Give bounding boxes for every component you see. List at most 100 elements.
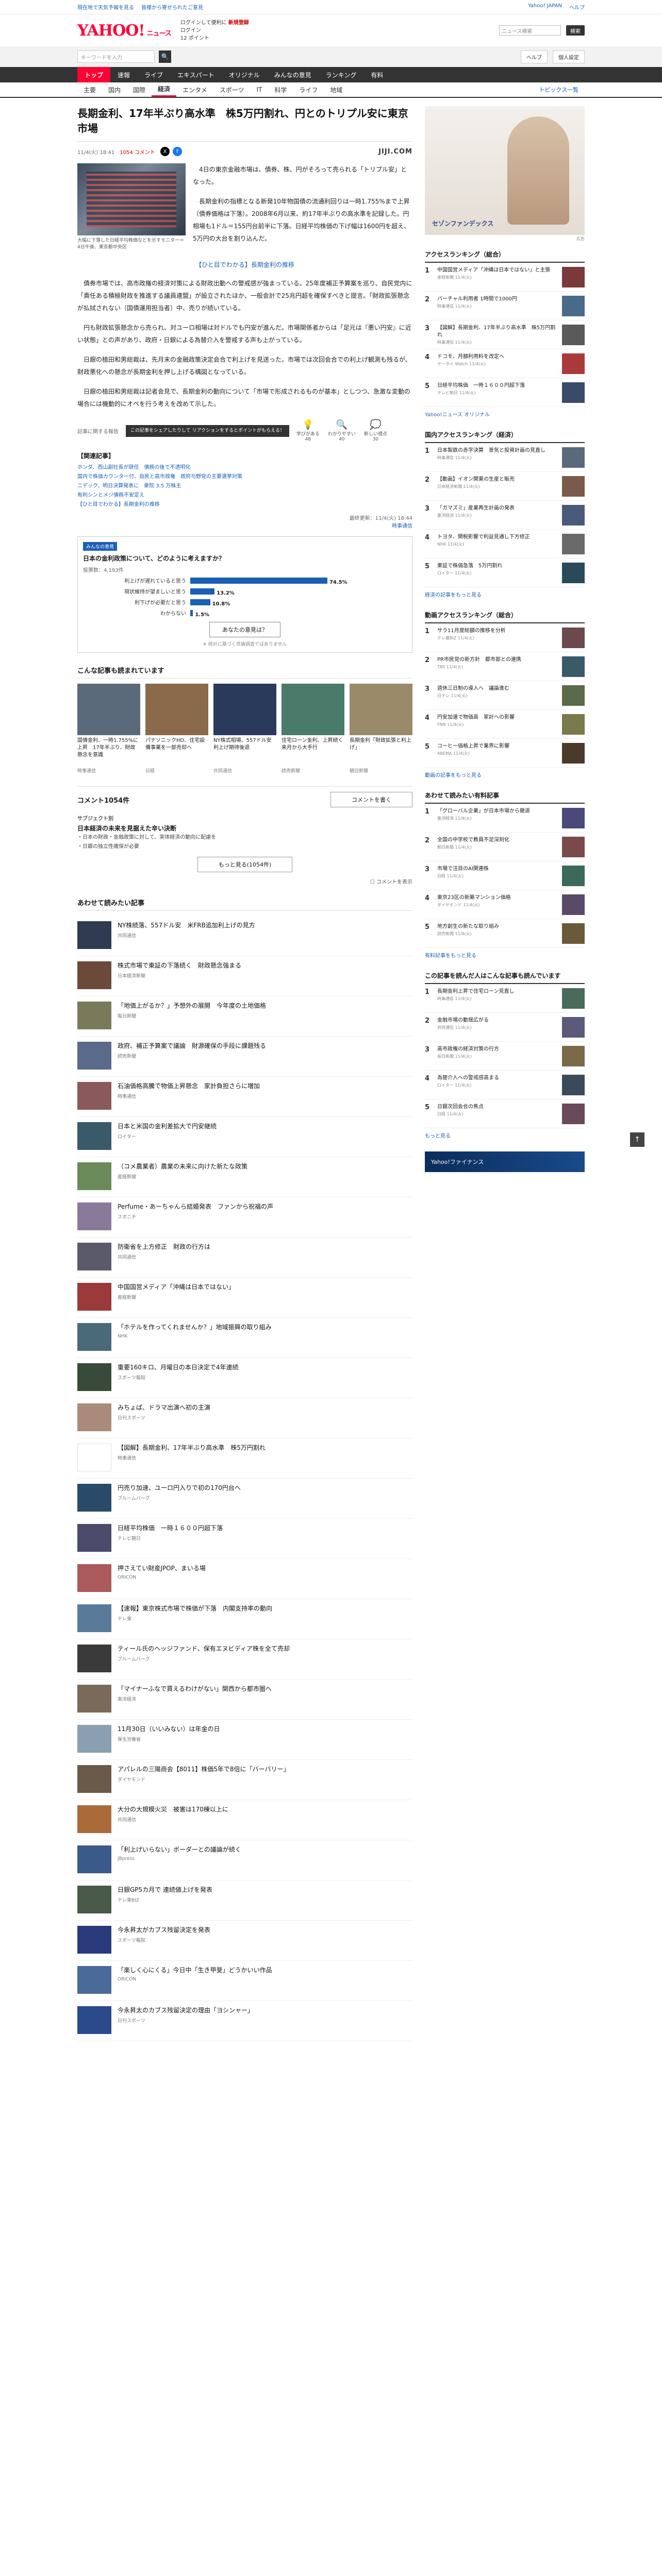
category-tab[interactable]: 経済 [152, 82, 177, 97]
feed-item[interactable]: 押さえてい財産JPOP、まいる場 ORICON [77, 1559, 412, 1599]
gnav-item[interactable]: オリジナル [222, 67, 267, 82]
ranking-item[interactable]: 4 トヨタ、関税影響で利益見通し下方修正 NHK 11/4(火) [425, 530, 585, 558]
ranking-item[interactable]: 1 サラ11月度総額の推移を分析 テレ東BIZ 11/4(火) [425, 623, 585, 652]
related-link[interactable]: ニデック、明日決算発表に 衆院 3.5 万株主 [77, 482, 412, 491]
feed-item[interactable]: 日本と米国の金利差拡大で円安継続 ロイター [77, 1117, 412, 1157]
topbar-right-link[interactable]: Yahoo! JAPAN [528, 3, 562, 11]
category-tab[interactable]: 国内 [102, 82, 127, 97]
header-search-input[interactable]: ニュース検索 [499, 25, 561, 36]
reco-card[interactable]: 住宅ローン金利、上昇続く 来月から大手行 読売新聞 [282, 684, 344, 774]
provider-logo[interactable]: JIJI.COM [378, 148, 412, 156]
article-photo[interactable]: 大幅に下落した日経平均株価などを示すモニター＝4日午後、東京都中央区 [77, 163, 186, 252]
ranking-more-link[interactable]: 経済の記事をもっと見る [425, 587, 585, 598]
ranking-item[interactable]: 5 地方創生の新たな取り組み 読売新聞 11/4(火) [425, 919, 585, 948]
ranking-item[interactable]: 3 高市政権の経済対策の行方 毎日新聞 11/4(火) [425, 1042, 585, 1071]
feed-item[interactable]: 今永昇太のカブス残留決定の理由「ヨシンャー」 日刊スポーツ [77, 2001, 412, 2041]
header-search-button[interactable]: 検索 [566, 25, 585, 36]
feed-item[interactable]: 「利上げいらない」ボーダーとの議論が続く JBpress [77, 1840, 412, 1880]
topbar-link[interactable]: 現在地で天気予報を見る [77, 3, 134, 11]
ranking-item[interactable]: 5 東証で株価急落 5万円割れ ロイター 11/4(火) [425, 558, 585, 587]
ranking-more-link[interactable]: もっと見る [425, 1128, 585, 1139]
gnav-item[interactable]: ランキング [319, 67, 364, 82]
searchbar-link[interactable]: 個人設定 [553, 50, 585, 63]
feed-item[interactable]: 大分の大規模火災 被害は170棟以上に 共同通信 [77, 1800, 412, 1840]
gnav-item[interactable]: エキスパート [170, 67, 222, 82]
feed-item[interactable]: （コメ農業者）農業の未来に向けた新たな政策 産経新聞 [77, 1157, 412, 1197]
ranking-item[interactable]: 2 PR市民党の新方針 都市部との連携 TBS 11/4(火) [425, 652, 585, 681]
feed-item[interactable]: 日経平均株価 一時１６００円超下落 テレビ朝日 [77, 1519, 412, 1559]
feed-item[interactable]: アパレルの三陽商会【8011】株価5年で8倍に「バーバリー」 ダイヤモンド [77, 1760, 412, 1800]
feed-item[interactable]: 石油価格高騰で物価上昇懸念 家計負担さらに増加 時事通信 [77, 1077, 412, 1117]
gnav-item[interactable]: ライブ [137, 67, 170, 82]
gnav-item[interactable]: 有料 [363, 67, 390, 82]
gnav-item[interactable]: 速報 [110, 67, 137, 82]
feed-item[interactable]: NY株続落、557ドル安 米FRB追加利上げの見方 共同通信 [77, 916, 412, 956]
feed-item[interactable]: 防衛省を上方修正 財政の行方は 共同通信 [77, 1238, 412, 1278]
news-search-input[interactable]: キーワードを入力 [77, 50, 155, 63]
ranking-item[interactable]: 4 為替介入への警戒感高まる ロイター 11/4(火) [425, 1071, 585, 1099]
feed-item[interactable]: Perfume・あーちゃんら結婚発表 ファンから祝福の声 スポニチ [77, 1197, 412, 1238]
feed-item[interactable]: 株式市場で東証の下落続く 財政懸念強まる 日本経済新聞 [77, 956, 412, 996]
feed-item[interactable]: 「楽しく心にくる」今日中「生き甲斐」どうかいい作品 ORICON [77, 1961, 412, 2001]
related-link[interactable]: ホンダ、西山副社長が辞任 債務の後で不透明化 [77, 463, 412, 472]
provider-link[interactable]: 時事通信 [77, 521, 412, 529]
ranking-item[interactable]: 1 「グローバル企業」が日本市場から撤退 東洋経済 11/4(火) [425, 804, 585, 833]
back-to-top-button[interactable]: ↑ [630, 1132, 644, 1147]
ranking-item[interactable]: 2 金融市場の動揺広がる 共同通信 11/4(火) [425, 1013, 585, 1042]
category-tab[interactable]: 科学 [268, 82, 293, 97]
ranking-item[interactable]: 1 中国国営メディア「沖縄は日本ではない」と主張 産経新聞 11/4(火) [425, 263, 585, 292]
category-tab[interactable]: エンタメ [176, 82, 213, 97]
related-link[interactable]: 国内で株価カウンター付、自民と高市政権 政府与野党の主要選挙対策 [77, 472, 412, 482]
ranking-item[interactable]: 2 全国の中学校で教員不足深刻化 朝日新聞 11/4(火) [425, 833, 585, 861]
reco-card[interactable]: NY株式相場、557ドル安 利上げ期待後退 共同通信 [213, 684, 276, 774]
ranking-item[interactable]: 5 コーヒー価格上昇で業界に影響 ABEMA 11/4(火) [425, 739, 585, 768]
show-comments-checkbox[interactable]: ☐ コメントを表示 [77, 877, 412, 885]
ad-banner[interactable]: セゾンファンデックス [425, 106, 585, 235]
reco-card[interactable]: パナソニックHD、住宅設備事業を一部売却へ 日経 [145, 684, 208, 774]
reaction-button[interactable]: 💭 新しい視点 30 [364, 419, 387, 442]
category-tab[interactable]: スポーツ [213, 82, 251, 97]
all-topics-link[interactable]: トピックス一覧 [533, 82, 585, 97]
register-link[interactable]: 新規登録 [228, 20, 249, 26]
searchbar-link[interactable]: ヘルプ [521, 50, 548, 63]
feed-item[interactable]: 政府、補正予算案で議論 財源確保の手段に課題残る 読売新聞 [77, 1037, 412, 1077]
feed-item[interactable]: 【図解】長期金利、17年半ぶり高水準 株5万円割れ 時事通信 [77, 1438, 412, 1479]
poll-more-button[interactable]: あなたの意見は？ [209, 622, 280, 637]
search-icon[interactable]: 🔍 [159, 50, 171, 63]
feed-item[interactable]: 「ホテルを作ってくれませんか？」地域振興の取り組み NHK [77, 1318, 412, 1358]
ranking-item[interactable]: 5 日経平均株価 一時１６００円超下落 テレビ朝日 11/4(火) [425, 378, 585, 407]
feed-item[interactable]: 11月30日（いいみない）は年金の日 厚生労働省 [77, 1720, 412, 1760]
related-link[interactable]: 有利シンとメジ債務不安定え [77, 491, 412, 500]
ranking-item[interactable]: 4 ドコモ、月額利用料を改定へ ケータイ Watch 11/4(火) [425, 349, 585, 378]
ranking-item[interactable]: 3 【図解】長期金利、17年半ぶり高水準 株5万円割れ 時事通信 11/4(火) [425, 320, 585, 349]
reaction-button[interactable]: 🔍 わかりやすい 40 [328, 419, 356, 442]
ranking-item[interactable]: 2 【動画】イオン関東の生産と販売 日本経済新聞 11/4(火) [425, 472, 585, 501]
ranking-item[interactable]: 1 日本製鉄の赤字決算 景気と投資計画の見直し 時事通信 11/4(火) [425, 443, 585, 472]
feed-item[interactable]: 日銀GP5カ月で 連続値上げを発表 テレ東BIZ [77, 1880, 412, 1921]
feed-item[interactable]: 円売り加速、ユーロ円入りで初の170円台へ ブルームバーグ [77, 1479, 412, 1519]
feed-item[interactable]: みちょぱ、ドラマ出演へ初の主演 日刊スポーツ [77, 1398, 412, 1438]
x-share-icon[interactable]: X [160, 147, 170, 156]
ranking-item[interactable]: 3 市場で注目のAI関連株 日経 11/4(火) [425, 861, 585, 890]
reco-card[interactable]: 国債金利、一時1.755%に上昇 17年半ぶり、財政懸念を意識 時事通信 [77, 684, 140, 774]
feed-item[interactable]: ティール氏のヘッジファンド、保有エヌビディア株を全て売却 ブルームバーグ [77, 1639, 412, 1680]
topbar-right-link[interactable]: ヘルプ [569, 3, 585, 11]
facebook-share-icon[interactable]: f [172, 147, 182, 156]
ranking-item[interactable]: 1 長期金利上昇で住宅ローン見直し 時事通信 11/4(火) [425, 984, 585, 1013]
report-link[interactable]: 記事に関する報告 [77, 427, 119, 435]
ranking-item[interactable]: 5 日銀次回会合の焦点 日経 11/4(火) [425, 1099, 585, 1128]
feed-item[interactable]: 今永昇太がカブス残留決定を発表 スポーツ報知 [77, 1921, 412, 1961]
ranking-item[interactable]: 3 週休三日制の導入へ 議論進む 日テレ 11/4(火) [425, 681, 585, 710]
ranking-more-link[interactable]: Yahoo!ニュース オリジナル [425, 407, 585, 418]
write-comment-button[interactable]: コメントを書く [330, 792, 412, 807]
feed-item[interactable]: 【速報】東京株式市場で株価が下落 内閣支持率の動向 テレ東 [77, 1599, 412, 1639]
login-link[interactable]: ログイン [180, 27, 249, 35]
yahoo-logo[interactable]: YAHOO! ニュース [77, 22, 172, 40]
comment-count[interactable]: 1054 コメント [120, 148, 155, 156]
article-midhead-link[interactable]: 【ひと目でわかる】長期金利の推移 [77, 260, 412, 269]
more-comments-button[interactable]: もっと見る(1054件) [197, 857, 293, 872]
category-tab[interactable]: ライフ [293, 82, 324, 97]
gnav-item[interactable]: みんなの意見 [267, 67, 319, 82]
reaction-button[interactable]: 💡 学びがある 48 [296, 419, 320, 442]
ranking-more-link[interactable]: 有料記事をもっと見る [425, 948, 585, 959]
